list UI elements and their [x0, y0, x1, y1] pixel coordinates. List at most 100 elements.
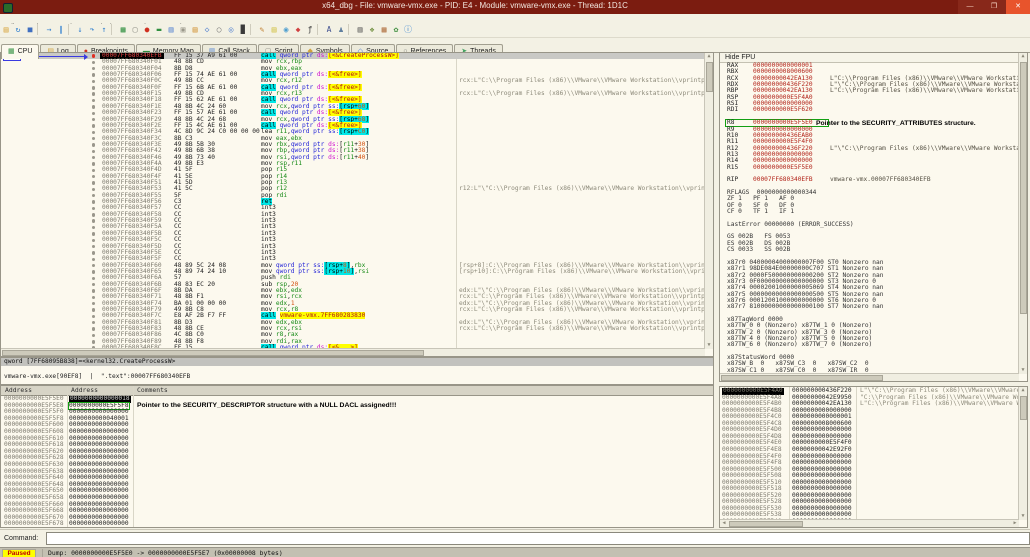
tab-cpu-icon: ▦ [8, 48, 15, 55]
row-dot[interactable] [92, 213, 96, 217]
eraser-icon[interactable]: ◆ [292, 24, 304, 36]
row-dot[interactable] [92, 282, 96, 287]
info-pane: qword [7FF68095B838]=<kernel32.CreatePro… [0, 357, 714, 385]
new-script-icon[interactable]: ▢ [129, 24, 141, 36]
bricks-icon[interactable]: ▦ [378, 24, 390, 36]
row-dot[interactable] [92, 143, 96, 147]
maximize-button[interactable]: ❐ [982, 0, 1006, 14]
registers-pane[interactable]: Hide FPU RAX 0000000000000001 RBX 000000000… [719, 52, 1028, 382]
execute-till-return-icon[interactable]: ↑ [98, 24, 110, 36]
row-dot[interactable] [92, 187, 96, 192]
row-dot[interactable] [92, 206, 96, 211]
registers-vscrollbar[interactable]: ▲ ▼ [1018, 53, 1027, 374]
disassembly-pane[interactable]: 00007FF680340EFB FF 15 37 A9 61 00 call qw… [0, 52, 714, 357]
toolbar-separator [348, 24, 353, 35]
row-dot[interactable] [92, 194, 96, 198]
row-dot[interactable] [92, 263, 96, 268]
row-dot[interactable] [92, 295, 96, 300]
search-icon[interactable]: ○ [213, 24, 225, 36]
row-dot[interactable] [92, 98, 96, 103]
settings-icon[interactable]: ❖ [366, 24, 378, 36]
row-dot[interactable] [92, 149, 96, 154]
binary-icon[interactable]: ▉ [237, 24, 249, 36]
row-dot[interactable] [92, 244, 96, 249]
registers-hscrollbar[interactable] [720, 373, 1019, 381]
references-icon[interactable]: ◎ [225, 24, 237, 36]
patch-icon[interactable]: ▤ [268, 24, 280, 36]
step-over-icon[interactable]: ↷ [86, 24, 98, 36]
row-dot[interactable] [92, 111, 96, 115]
row-dot[interactable] [92, 181, 96, 185]
row-dot[interactable] [92, 257, 96, 261]
info-line-destination: qword [7FF68095B838]=<kernel32.CreatePro… [1, 358, 713, 366]
row-dot[interactable] [92, 162, 96, 166]
cpu-window-icon[interactable]: ▦ [117, 24, 129, 36]
disasm-hscrollbar[interactable]: ▶ [1, 348, 705, 356]
close-button[interactable]: ✕ [1006, 0, 1030, 14]
row-dot[interactable] [92, 117, 96, 122]
run-icon[interactable]: → [43, 24, 55, 36]
row-dot[interactable] [92, 251, 96, 255]
row-dot[interactable] [92, 289, 96, 293]
row-dot[interactable] [92, 238, 96, 242]
stack-hscrollbar[interactable]: ◀ ▶ [720, 519, 1019, 527]
user-icon[interactable]: ♟ [335, 24, 347, 36]
row-dot[interactable] [92, 124, 96, 128]
minimize-button[interactable]: — [958, 0, 982, 14]
tab-bar: ▦CPU▤Log●Breakpoints▬Memory Map▥Call Sta… [0, 38, 1030, 59]
row-dot[interactable] [92, 73, 96, 77]
row-dot[interactable] [92, 86, 96, 90]
row-dot[interactable] [92, 60, 96, 65]
row-dot[interactable] [92, 340, 96, 344]
compass-icon[interactable]: ◉ [280, 24, 292, 36]
open-file-icon[interactable]: ▤ [0, 24, 12, 36]
row-dot[interactable] [92, 327, 96, 331]
row-dot[interactable] [92, 321, 96, 325]
command-input[interactable] [46, 532, 1030, 545]
dump-pane[interactable]: Address Address Comments 0000000000E5F5E… [0, 385, 714, 528]
row-dot[interactable] [92, 270, 96, 274]
step-into-icon[interactable]: ↓ [74, 24, 86, 36]
breakpoint-dot[interactable] [92, 54, 96, 58]
tab-cpu[interactable]: ▦ CPU [1, 44, 40, 59]
row-dot[interactable] [92, 79, 96, 84]
row-dot[interactable] [92, 155, 96, 160]
row-dot[interactable] [92, 314, 96, 319]
source-icon[interactable]: ◇ [201, 24, 213, 36]
row-dot[interactable] [92, 168, 96, 173]
call-stack-icon[interactable]: ▥ [165, 24, 177, 36]
table-icon[interactable]: ▥ [354, 24, 366, 36]
row-dot[interactable] [92, 136, 96, 141]
dump-value[interactable]: 0000000000000000 [69, 521, 129, 527]
dump-row[interactable]: 0000000000E5F678 0000000000000000 [1, 520, 713, 528]
row-dot[interactable] [92, 333, 96, 338]
pause-icon[interactable]: ∥ [55, 24, 67, 36]
row-dot[interactable] [92, 130, 96, 134]
breakpoint-icon[interactable]: ● [141, 24, 153, 36]
window-icon[interactable]: ▣ [177, 24, 189, 36]
row-dot[interactable] [92, 232, 96, 236]
log-icon[interactable]: ▤ [189, 24, 201, 36]
plugins-icon[interactable]: ✿ [390, 24, 402, 36]
row-dot[interactable] [92, 105, 96, 109]
row-dot[interactable] [92, 308, 96, 312]
row-dot[interactable] [92, 92, 96, 96]
disasm-vscrollbar[interactable]: ▲ ▼ [704, 53, 713, 349]
row-dot[interactable] [92, 225, 96, 230]
memory-map-icon[interactable]: ▬ [153, 24, 165, 36]
row-dot[interactable] [92, 175, 96, 179]
row-dot[interactable] [92, 219, 96, 223]
pencil-icon[interactable]: ✎ [256, 24, 268, 36]
row-dot[interactable] [92, 302, 96, 306]
stack-vscrollbar[interactable]: ▲ ▼ [1018, 387, 1027, 520]
row-dot[interactable] [92, 67, 96, 71]
info-icon[interactable]: ⓘ [402, 24, 414, 36]
font-icon[interactable]: A [323, 24, 335, 36]
stack-pane[interactable]: 0000000000E5F4A0 000000000436F220 L"\"C:\\… [719, 386, 1028, 528]
dump-address: 0000000000E5F678 [4, 520, 64, 528]
row-dot[interactable] [92, 276, 96, 281]
row-dot[interactable] [92, 200, 96, 204]
restart-icon[interactable]: ↻ [12, 24, 24, 36]
stop-icon[interactable]: ■ [24, 24, 36, 36]
fx-icon[interactable]: ƒ [304, 24, 316, 36]
